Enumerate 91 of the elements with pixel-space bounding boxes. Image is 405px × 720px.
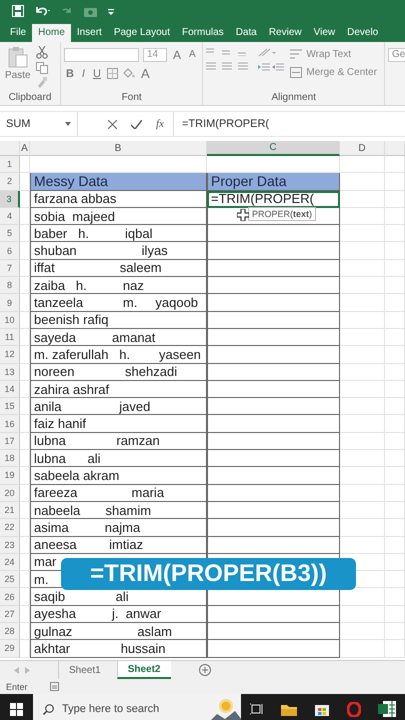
status-mode: Enter bbox=[6, 682, 28, 692]
group-label: Alignment bbox=[270, 91, 317, 105]
font-color-button[interactable]: A bbox=[138, 66, 152, 81]
row-header[interactable]: 25 bbox=[0, 571, 20, 588]
row-header[interactable]: 26 bbox=[0, 588, 20, 606]
table-cell: beenish rafiq bbox=[30, 312, 207, 329]
ribbon-tab[interactable]: View bbox=[308, 24, 342, 42]
bold-button[interactable]: B bbox=[64, 68, 76, 80]
table-cell: tanzeela m. yaqoob bbox=[30, 294, 207, 312]
table-cell: nabeela shamim bbox=[30, 502, 207, 520]
table-cell: shuban ilyas bbox=[30, 242, 207, 260]
function-tooltip: PROPER(text) bbox=[248, 206, 316, 221]
row-header[interactable]: 21 bbox=[0, 502, 20, 520]
ribbon-tab[interactable]: Page Layout bbox=[108, 24, 176, 42]
table-cell: sayeda amanat bbox=[30, 328, 207, 346]
row-header[interactable]: 13 bbox=[0, 364, 20, 381]
ribbon-tab[interactable]: Home bbox=[32, 24, 71, 42]
row-header[interactable]: 16 bbox=[0, 415, 20, 433]
ribbon-tab[interactable]: Insert bbox=[70, 24, 108, 42]
group-label: Font bbox=[120, 91, 143, 105]
ribbon-tab[interactable]: Develo bbox=[341, 24, 384, 42]
row-header[interactable]: 15 bbox=[0, 398, 20, 416]
row-header[interactable]: 1 bbox=[0, 156, 20, 174]
shrink-font-button[interactable]: A bbox=[186, 49, 198, 60]
row-header[interactable]: 18 bbox=[0, 450, 20, 468]
group-label: Clipboard bbox=[8, 91, 52, 105]
row-header[interactable]: 5 bbox=[0, 225, 20, 242]
table-cell: farzana abbas bbox=[30, 190, 207, 208]
row-header[interactable]: 20 bbox=[0, 484, 20, 502]
table-cell: akhtar hussain bbox=[30, 640, 207, 658]
table-cell: faiz hanif bbox=[30, 415, 207, 433]
sheet-tab[interactable]: Sheet2 bbox=[116, 661, 170, 679]
table-cell: fareeza maria bbox=[30, 484, 207, 502]
column-header[interactable]: B bbox=[30, 141, 207, 156]
table-cell: anila javed bbox=[30, 398, 207, 416]
ribbon-tab[interactable]: Review bbox=[262, 24, 308, 42]
row-header[interactable]: 10 bbox=[0, 312, 20, 329]
table-cell: zaiba h. naz bbox=[30, 277, 207, 294]
row-header[interactable]: 23 bbox=[0, 536, 20, 554]
table-cell: m. zaferullah h. yaseen bbox=[30, 346, 207, 364]
row-header[interactable]: 29 bbox=[0, 640, 20, 658]
table-cell: baber h. iqbal bbox=[30, 225, 207, 242]
name-box[interactable]: SUM bbox=[0, 112, 78, 136]
formula-field[interactable]: =TRIM(PROPER( bbox=[174, 118, 270, 130]
row-header[interactable]: 17 bbox=[0, 432, 20, 450]
row-header[interactable]: 14 bbox=[0, 380, 20, 398]
grow-font-button[interactable]: A bbox=[170, 48, 183, 62]
table-cell: lubna ramzan bbox=[30, 432, 207, 450]
row-header[interactable]: 24 bbox=[0, 554, 20, 572]
table-cell: zahira ashraf bbox=[30, 380, 207, 398]
row-header[interactable]: 4 bbox=[0, 208, 20, 226]
ribbon-tab[interactable]: Formulas bbox=[176, 24, 230, 42]
column-header[interactable]: D bbox=[340, 141, 385, 156]
insert-function-button[interactable]: fx bbox=[156, 118, 164, 130]
paste-button[interactable]: Paste bbox=[3, 46, 33, 91]
row-header[interactable]: 3 bbox=[0, 190, 20, 208]
wrap-text-button[interactable]: Wrap Text bbox=[306, 49, 352, 60]
ribbon-tab[interactable]: Data bbox=[230, 24, 263, 42]
formula-caption: =TRIM(PROPER(B3)) bbox=[61, 558, 356, 590]
number-format-field[interactable]: Ge bbox=[388, 48, 405, 62]
row-header[interactable]: 6 bbox=[0, 242, 20, 260]
row-header[interactable]: 2 bbox=[0, 173, 20, 191]
row-header[interactable]: 28 bbox=[0, 623, 20, 640]
table-cell: aneesa imtiaz bbox=[30, 536, 207, 554]
row-header[interactable]: 8 bbox=[0, 277, 20, 294]
table-cell: lubna ali bbox=[30, 450, 207, 468]
underline-button[interactable]: U bbox=[90, 68, 103, 80]
active-cell[interactable]: =TRIM(PROPER( bbox=[207, 190, 340, 208]
table-cell: gulnaz aslam bbox=[30, 623, 207, 640]
table-cell: sobia majeed bbox=[30, 208, 207, 226]
table-cell: iffat saleem bbox=[30, 260, 207, 278]
column-header[interactable]: A bbox=[20, 141, 30, 156]
column-heading: Proper Data bbox=[207, 173, 340, 191]
ribbon-tab[interactable]: File bbox=[4, 24, 32, 42]
column-heading: Messy Data bbox=[30, 173, 207, 191]
row-header[interactable]: 9 bbox=[0, 294, 20, 312]
row-header[interactable]: 11 bbox=[0, 328, 20, 346]
row-header[interactable]: 27 bbox=[0, 606, 20, 624]
column-header[interactable]: C bbox=[207, 141, 340, 156]
row-header[interactable]: 7 bbox=[0, 260, 20, 278]
italic-button[interactable]: I bbox=[80, 68, 87, 80]
table-cell: ayesha j. anwar bbox=[30, 606, 207, 624]
search-field[interactable]: Type here to search bbox=[33, 694, 211, 720]
merge-center-button[interactable]: Merge & Center bbox=[306, 67, 377, 78]
table-cell: sabeela akram bbox=[30, 467, 207, 485]
row-header[interactable]: 19 bbox=[0, 467, 20, 485]
font-size-field[interactable]: 14 bbox=[142, 48, 167, 62]
table-cell: asima najma bbox=[30, 519, 207, 537]
row-header[interactable]: 22 bbox=[0, 519, 20, 537]
row-header[interactable]: 12 bbox=[0, 346, 20, 364]
table-cell: noreen shehzadi bbox=[30, 364, 207, 381]
